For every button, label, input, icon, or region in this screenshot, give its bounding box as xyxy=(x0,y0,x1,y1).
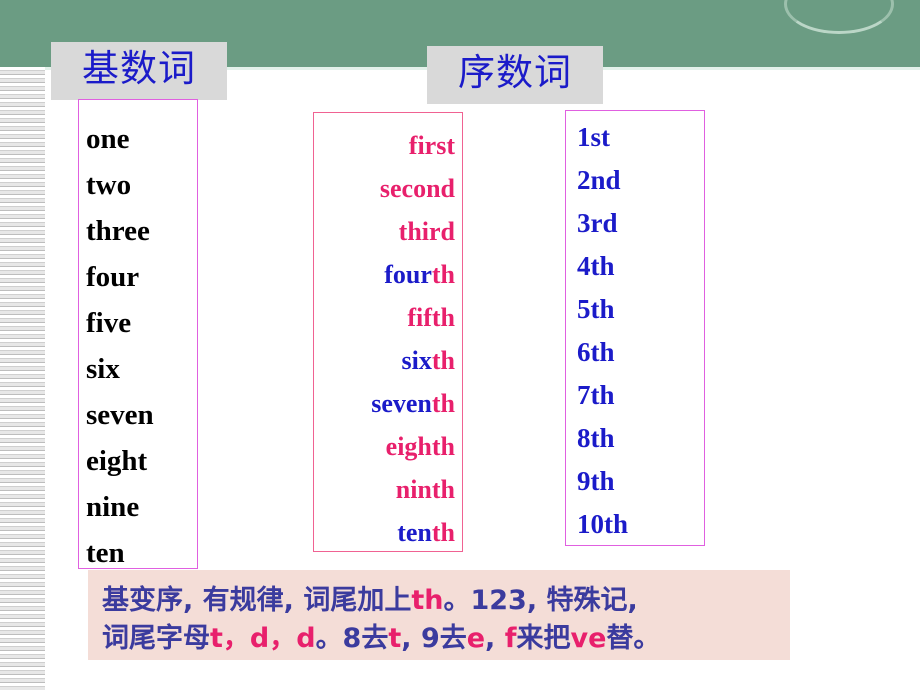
cardinal-number-list: one two three four five six seven eight nine ten xyxy=(86,116,226,576)
rule-note-highlight: th xyxy=(411,585,444,616)
rule-note-highlight: t xyxy=(388,623,402,654)
ordinal-word-stem: four xyxy=(384,260,432,289)
rule-note-text: , xyxy=(485,623,505,654)
ordinal-word: first xyxy=(313,124,455,167)
rule-note-text: 词尾字母 xyxy=(102,623,210,654)
ordinal-word: sixth xyxy=(313,339,455,382)
ordinal-numeral: 9th xyxy=(577,466,615,496)
ordinal-word-stem: seven xyxy=(371,389,432,418)
cardinal-word: one xyxy=(86,123,130,155)
ordinal-numeral: 5th xyxy=(577,294,615,324)
ordinal-word-stem: ninth xyxy=(395,475,455,504)
rule-note-text: 基变序, 有规律, 词尾加上 xyxy=(102,585,412,616)
ordinal-word-suffix: th xyxy=(431,346,455,375)
slide-canvas: 基数词 序数词 one two three four five six seven eight… xyxy=(0,0,920,690)
rule-note-highlight: f xyxy=(504,623,517,654)
cardinal-word: seven xyxy=(86,399,154,431)
ordinal-word: seventh xyxy=(313,382,455,425)
ordinal-word: tenth xyxy=(313,511,455,554)
ordinal-word: fourth xyxy=(313,253,455,296)
title-ordinal-numbers: 序数词 xyxy=(427,46,603,104)
rule-note-text: 。123, 特殊记, xyxy=(443,585,638,616)
arc-swoosh-icon xyxy=(784,0,894,34)
ordinal-word-stem: third xyxy=(398,217,455,246)
ordinal-word: second xyxy=(313,167,455,210)
rule-note-text: , 9去 xyxy=(401,623,467,654)
rule-note-text: 替。 xyxy=(606,623,661,654)
ordinal-word-suffix: th xyxy=(431,389,455,418)
rule-note-highlight: ve xyxy=(570,623,607,654)
rule-note-highlight: e xyxy=(466,623,486,654)
ordinal-word-stem: second xyxy=(379,174,455,203)
ordinal-numeral: 8th xyxy=(577,423,615,453)
cardinal-word: four xyxy=(86,261,140,293)
ordinal-numeral: 10th xyxy=(577,509,629,539)
cardinal-word: five xyxy=(86,307,132,339)
rule-note-box: 基变序, 有规律, 词尾加上th。123, 特殊记, 词尾字母t，d，d。8去t… xyxy=(88,570,790,660)
cardinal-word: three xyxy=(86,215,150,247)
rule-note-line-2: 词尾字母t，d，d。8去t, 9去e, f来把ve替。 xyxy=(102,616,660,655)
ordinal-word-stem: ten xyxy=(397,518,432,547)
rule-note-line-1: 基变序, 有规律, 词尾加上th。123, 特殊记, xyxy=(102,578,638,617)
ordinal-word-stem: first xyxy=(408,131,455,160)
ordinal-word-stem: fifth xyxy=(407,303,455,332)
ordinal-word-suffix: th xyxy=(431,518,455,547)
cardinal-word: nine xyxy=(86,491,140,523)
ordinal-numeral: 1st xyxy=(577,122,610,152)
cardinal-word: eight xyxy=(86,445,148,477)
ordinal-word: eighth xyxy=(313,425,455,468)
ordinal-word: fifth xyxy=(313,296,455,339)
ordinal-numeral: 2nd xyxy=(577,165,621,195)
ordinal-word-list: first second third fourth fifth sixth seventh e… xyxy=(313,124,455,554)
cardinal-word: six xyxy=(86,353,120,385)
ordinal-word-suffix: th xyxy=(431,260,455,289)
rule-note-highlight: t，d，d xyxy=(210,623,316,654)
ordinal-numeral: 6th xyxy=(577,337,615,367)
ordinal-word-stem: six xyxy=(401,346,432,375)
ordinal-numeral: 3rd xyxy=(577,208,618,238)
ordinal-numeral: 4th xyxy=(577,251,615,281)
ordinal-numeral: 7th xyxy=(577,380,615,410)
rule-note-text: 来把 xyxy=(516,623,571,654)
rule-note-text: 。8去 xyxy=(315,623,389,654)
title-cardinal-numbers: 基数词 xyxy=(51,42,227,100)
ordinal-numeral-list: 1st 2nd 3rd 4th 5th 6th 7th 8th 9th 10th xyxy=(577,116,703,546)
ordinal-word: third xyxy=(313,210,455,253)
striped-left-margin xyxy=(0,67,45,690)
ordinal-word-stem: eighth xyxy=(385,432,455,461)
ordinal-word: ninth xyxy=(313,468,455,511)
cardinal-word: two xyxy=(86,169,132,201)
